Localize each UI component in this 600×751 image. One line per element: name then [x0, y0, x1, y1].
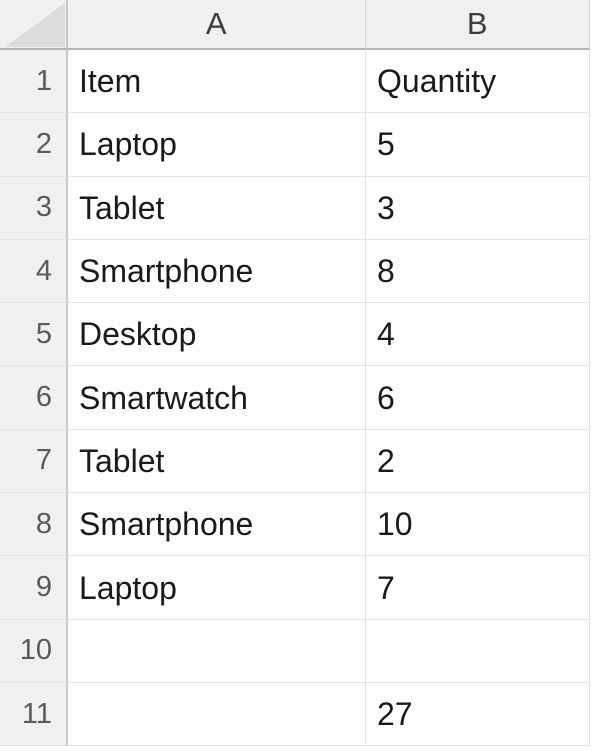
cell-a8[interactable]: Smartphone	[68, 493, 366, 557]
row-header-11[interactable]: 11	[0, 682, 68, 747]
cell-b6[interactable]: 6	[366, 366, 590, 430]
row-header-5[interactable]: 5	[0, 303, 68, 367]
row-header-10[interactable]: 10	[0, 619, 68, 683]
cell-a6[interactable]: Smartwatch	[68, 366, 366, 430]
cell-a7[interactable]: Tablet	[68, 429, 366, 494]
cell-b10[interactable]	[366, 619, 590, 683]
grid-container: A B 1 Item Quantity 2 Laptop 5 3 Tablet 3 4 Smartpho…	[0, 0, 600, 747]
cell-a5[interactable]: Desktop	[68, 303, 366, 367]
row-header-3[interactable]: 3	[0, 176, 68, 240]
row-header-8[interactable]: 8	[0, 493, 68, 557]
cell-a10[interactable]	[68, 619, 366, 683]
column-header-a[interactable]: A	[68, 0, 366, 50]
cell-a2[interactable]: Laptop	[68, 113, 366, 177]
cell-a4[interactable]: Smartphone	[68, 239, 366, 304]
select-all-corner-icon	[5, 3, 65, 47]
cell-b4[interactable]: 8	[366, 239, 590, 304]
row-header-2[interactable]: 2	[0, 113, 68, 177]
spreadsheet-grid: A B 1 Item Quantity 2 Laptop 5 3 Tablet 3 4 Smartpho…	[0, 0, 600, 751]
cell-b7[interactable]: 2	[366, 429, 590, 494]
row-header-4[interactable]: 4	[0, 239, 68, 304]
row-header-7[interactable]: 7	[0, 429, 68, 494]
column-header-b[interactable]: B	[366, 0, 590, 50]
cell-b2[interactable]: 5	[366, 113, 590, 177]
select-all-corner[interactable]	[0, 0, 68, 50]
cell-b8[interactable]: 10	[366, 493, 590, 557]
row-header-9[interactable]: 9	[0, 556, 68, 620]
cell-a11[interactable]	[68, 682, 366, 747]
row-header-6[interactable]: 6	[0, 366, 68, 430]
cell-b5[interactable]: 4	[366, 303, 590, 367]
cell-b1[interactable]: Quantity	[366, 50, 590, 114]
cell-a9[interactable]: Laptop	[68, 556, 366, 620]
cell-a1[interactable]: Item	[68, 50, 366, 114]
cell-b11[interactable]: 27	[366, 682, 590, 747]
row-header-1[interactable]: 1	[0, 50, 68, 114]
cell-a3[interactable]: Tablet	[68, 176, 366, 240]
cell-b3[interactable]: 3	[366, 176, 590, 240]
cell-b9[interactable]: 7	[366, 556, 590, 620]
